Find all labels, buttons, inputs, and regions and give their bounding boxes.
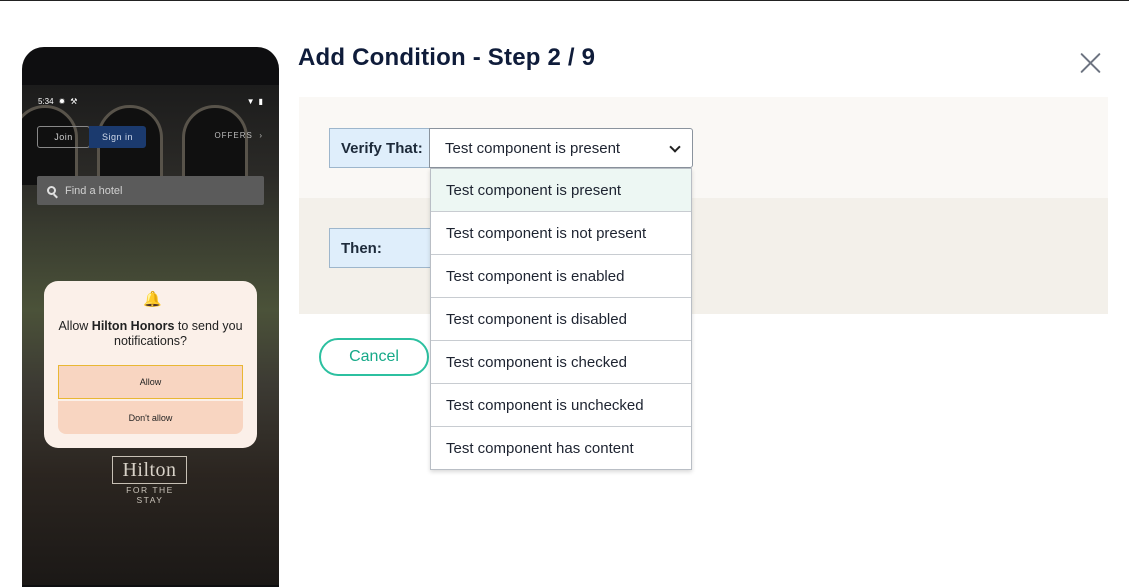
bell-icon: 🔔	[143, 291, 162, 308]
then-label: Then:	[329, 228, 431, 268]
permission-message: Allow Hilton Honors to send you notifica…	[52, 319, 249, 349]
top-border	[0, 0, 1129, 1]
offers-link[interactable]: OFFERS ›	[214, 131, 263, 140]
hilton-logo: Hilton	[112, 456, 187, 484]
permission-prefix: Allow	[58, 319, 92, 333]
battery-icon: ▮	[258, 96, 263, 106]
notification-permission-dialog: 🔔 Allow Hilton Honors to send you notifi…	[44, 281, 257, 448]
auth-tabs: Join Sign in	[37, 126, 146, 148]
close-icon[interactable]	[1076, 50, 1104, 78]
search-icon	[47, 186, 56, 195]
sign-in-button[interactable]: Sign in	[89, 126, 146, 148]
offers-label: OFFERS	[214, 131, 253, 140]
chevron-down-icon	[669, 141, 681, 153]
permission-app-name: Hilton Honors	[91, 319, 175, 333]
join-button[interactable]: Join	[37, 126, 90, 148]
dropdown-option[interactable]: Test component is disabled	[431, 298, 691, 341]
status-time: 5:34	[38, 96, 54, 106]
allow-button[interactable]: Allow	[58, 365, 243, 399]
dropdown-option[interactable]: Test component has content	[431, 427, 691, 469]
dropdown-option[interactable]: Test component is not present	[431, 212, 691, 255]
device-screenshot: 5:34 ✹ ⚒ ▼ ▮ Join Sign in OFFERS › Find …	[22, 47, 279, 587]
wifi-icon: ▼	[246, 96, 255, 106]
search-placeholder: Find a hotel	[65, 184, 123, 197]
hotel-search-field[interactable]: Find a hotel	[37, 176, 264, 205]
dont-allow-button[interactable]: Don't allow	[58, 401, 243, 434]
dropdown-option[interactable]: Test component is present	[431, 169, 691, 212]
settings-icon: ✹	[58, 96, 66, 106]
cancel-button[interactable]: Cancel	[319, 338, 429, 376]
page-title: Add Condition - Step 2 / 9	[298, 44, 596, 71]
verify-options-dropdown: Test component is present Test component…	[430, 168, 692, 470]
dropdown-option[interactable]: Test component is unchecked	[431, 384, 691, 427]
status-bar: 5:34 ✹ ⚒ ▼ ▮	[38, 95, 263, 107]
wrench-icon: ⚒	[70, 96, 78, 106]
verify-selected-value: Test component is present	[445, 139, 621, 157]
verify-condition-select[interactable]: Test component is present	[429, 128, 693, 168]
hilton-tagline: FOR THE STAY	[126, 485, 174, 505]
dropdown-option[interactable]: Test component is enabled	[431, 255, 691, 298]
verify-that-label: Verify That:	[329, 128, 431, 168]
dropdown-option[interactable]: Test component is checked	[431, 341, 691, 384]
